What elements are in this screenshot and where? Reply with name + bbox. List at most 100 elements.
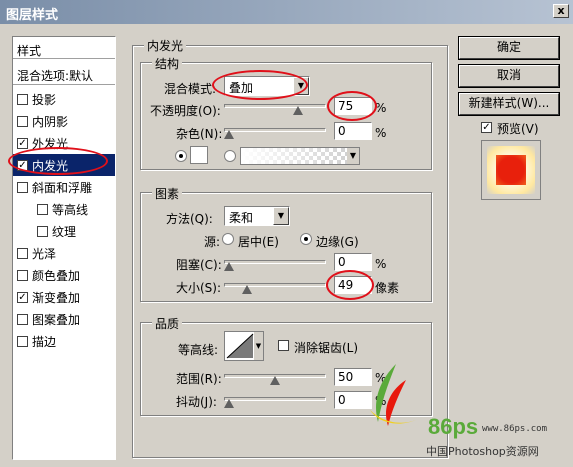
style-item-checkbox[interactable] (17, 313, 28, 325)
new-style-button[interactable]: 新建样式(W)... (459, 93, 559, 115)
blend-options-item[interactable]: 混合选项:默认 (13, 65, 115, 85)
style-item-checkbox[interactable] (17, 335, 28, 347)
choke-slider[interactable] (224, 260, 326, 271)
opacity-unit: % (375, 101, 387, 115)
noise-input[interactable]: 0 (334, 122, 372, 140)
opacity-label: 不透明度(O): (150, 104, 221, 118)
style-item-checkbox[interactable]: ✓ (17, 291, 28, 303)
opacity-input[interactable]: 75 (334, 97, 372, 115)
jitter-slider-thumb[interactable] (224, 399, 234, 408)
style-item-checkbox[interactable] (37, 203, 48, 215)
style-item[interactable]: 内阴影 (13, 110, 115, 132)
cancel-button[interactable]: 取消 (459, 65, 559, 87)
style-item-label: 内发光 (32, 158, 69, 173)
style-item-label: 外发光 (32, 136, 69, 151)
style-item[interactable]: 颜色叠加 (13, 264, 115, 286)
style-preview-thumbnail (481, 140, 541, 200)
choke-unit: % (375, 257, 387, 271)
source-center-radio[interactable] (222, 233, 234, 245)
contour-picker[interactable]: ▼ (224, 331, 264, 361)
blend-mode-value: 叠加 (229, 81, 254, 95)
style-item-checkbox[interactable] (17, 181, 28, 193)
style-item-checkbox[interactable]: ✓ (17, 159, 28, 171)
size-label: 大小(S): (176, 281, 222, 295)
style-item-label: 纹理 (52, 224, 77, 239)
opacity-slider[interactable] (224, 104, 326, 115)
style-item[interactable]: ✓ 渐变叠加 (13, 286, 115, 308)
gradient-picker[interactable]: ▼ (240, 147, 360, 165)
blend-mode-select[interactable]: 叠加 ▼ (224, 76, 310, 96)
window-titlebar: 图层样式 x (0, 0, 573, 24)
noise-slider-thumb[interactable] (224, 130, 234, 139)
style-item-label: 光泽 (32, 246, 57, 261)
size-slider[interactable] (224, 283, 326, 294)
choke-input[interactable]: 0 (334, 253, 372, 271)
style-item[interactable]: 等高线 (13, 198, 115, 220)
style-item[interactable]: 图案叠加 (13, 308, 115, 330)
range-slider-thumb[interactable] (270, 376, 280, 385)
watermark-site: www.86ps.com (482, 424, 548, 434)
style-item-checkbox[interactable] (17, 115, 28, 127)
size-input[interactable]: 49 (334, 276, 372, 294)
style-item-checkbox[interactable] (17, 247, 28, 259)
chevron-down-icon: ▼ (347, 148, 359, 164)
style-item-label: 渐变叠加 (32, 290, 81, 305)
style-item-label: 斜面和浮雕 (32, 180, 93, 195)
style-item[interactable]: 投影 (13, 88, 115, 110)
blend-mode-label: 混合模式: (164, 82, 217, 96)
watermark-logo-text: 86ps (428, 414, 479, 439)
style-item-checkbox[interactable] (37, 225, 48, 237)
styles-list: 样式 混合选项:默认 投影内阴影 ✓ 外发光 ✓ 内发光斜面和浮雕等高线纹理光泽颜色叠加… (12, 36, 116, 460)
style-item-checkbox[interactable] (17, 93, 28, 105)
style-item[interactable]: ✓ 外发光 (13, 132, 115, 154)
style-item-label: 图案叠加 (32, 312, 81, 327)
preview-checkbox[interactable]: ✓ (481, 122, 492, 133)
noise-label: 杂色(N): (176, 127, 223, 141)
size-slider-thumb[interactable] (242, 285, 253, 294)
style-item-checkbox[interactable] (17, 269, 28, 281)
source-edge-radio[interactable] (300, 233, 312, 245)
ok-button[interactable]: 确定 (459, 37, 559, 59)
noise-slider[interactable] (224, 128, 326, 139)
method-value: 柔和 (229, 211, 254, 225)
watermark-caption: 中国Photoshop资源网 (426, 445, 539, 458)
antialias-label: 消除锯齿(L) (294, 341, 359, 355)
jitter-slider[interactable] (224, 397, 326, 408)
contour-label: 等高线: (178, 343, 219, 357)
style-item[interactable]: 斜面和浮雕 (13, 176, 115, 198)
structure-title: 结构 (152, 55, 183, 72)
styles-header: 样式 (13, 37, 115, 59)
source-edge-label: 边缘(G) (316, 235, 359, 249)
opacity-slider-thumb[interactable] (293, 106, 303, 115)
style-item-label: 颜色叠加 (32, 268, 81, 283)
style-item[interactable]: 描边 (13, 330, 115, 352)
close-button[interactable]: x (553, 4, 569, 18)
gradient-radio[interactable] (224, 150, 236, 162)
style-item-label: 等高线 (52, 202, 89, 217)
style-item[interactable]: ✓ 内发光 (13, 154, 115, 176)
quality-title: 品质 (152, 315, 183, 332)
method-label: 方法(Q): (166, 212, 213, 226)
glow-color-swatch[interactable] (190, 146, 208, 164)
contour-curve-icon (226, 333, 254, 359)
style-item[interactable]: 纹理 (13, 220, 115, 242)
preview-square (496, 155, 526, 185)
solid-color-radio[interactable] (175, 150, 187, 162)
noise-unit: % (375, 126, 387, 140)
inner-glow-title: 内发光 (144, 37, 187, 54)
style-item-label: 描边 (32, 334, 57, 349)
range-slider[interactable] (224, 374, 326, 385)
choke-slider-thumb[interactable] (224, 262, 234, 271)
source-center-label: 居中(E) (238, 235, 279, 249)
style-item-label: 投影 (32, 92, 57, 107)
jitter-label: 抖动(J): (176, 395, 217, 409)
method-select[interactable]: 柔和 ▼ (224, 206, 290, 226)
style-item-label: 内阴影 (32, 114, 69, 129)
style-item[interactable]: 光泽 (13, 242, 115, 264)
chevron-down-icon: ▼ (293, 77, 309, 95)
chevron-down-icon: ▼ (273, 207, 289, 225)
close-icon: x (557, 4, 565, 17)
antialias-checkbox[interactable] (278, 340, 289, 351)
style-item-checkbox[interactable]: ✓ (17, 137, 28, 149)
chevron-down-icon: ▼ (254, 332, 263, 360)
